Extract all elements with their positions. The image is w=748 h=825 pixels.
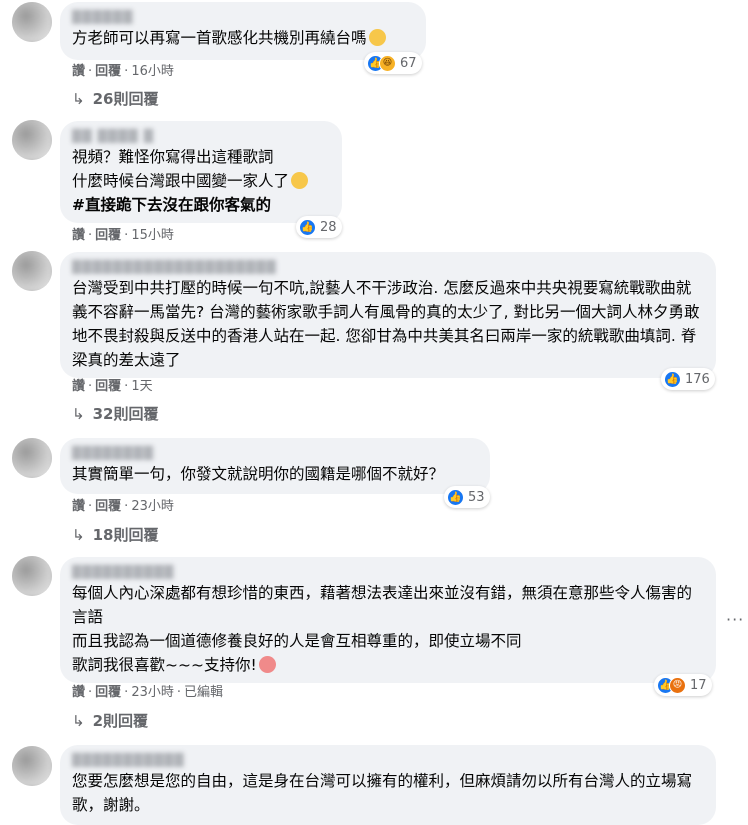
reaction-summary[interactable]: 👍 28 <box>296 216 342 238</box>
view-replies-link[interactable]: ↳ 2則回覆 <box>72 710 148 732</box>
reply-button[interactable]: 回覆 <box>95 64 121 79</box>
comment-text-line: 歌詞我很喜歡~~~支持你! <box>72 656 257 674</box>
replies-count: 18則回覆 <box>92 526 159 544</box>
like-button[interactable]: 讚 <box>72 379 85 394</box>
timestamp[interactable]: 1天 <box>131 379 152 394</box>
commenter-name[interactable]: ████████ <box>72 446 478 460</box>
edited-label[interactable]: 已編輯 <box>184 685 223 700</box>
commenter-name[interactable]: ██ ████ █ <box>72 129 330 143</box>
reaction-summary[interactable]: 👍 53 <box>444 486 490 508</box>
reaction-summary[interactable]: 👍 😡 17 <box>654 674 712 696</box>
view-replies-link[interactable]: ↳ 18則回覆 <box>72 524 158 546</box>
like-icon: 👍 <box>447 488 464 506</box>
comment-bubble: ██████████ 每個人內心深處都有想珍惜的東西，藉著想法表達出來並沒有錯，… <box>60 557 716 683</box>
comment-bubble: ██████ 方老師可以再寫一首歌感化共機別再繞台嗎 <box>60 2 426 60</box>
reply-arrow-icon: ↳ <box>72 90 85 108</box>
comment-actions: 讚 · 回覆 · 16小時 <box>72 64 174 79</box>
replies-count: 2則回覆 <box>92 712 149 730</box>
comment-text-line: 視頻？難怪你寫得出這種歌詞 <box>72 148 274 166</box>
reaction-count: 28 <box>320 219 337 235</box>
reply-arrow-icon: ↳ <box>72 405 85 423</box>
replies-count: 32則回覆 <box>92 405 159 423</box>
reply-button[interactable]: 回覆 <box>95 228 121 243</box>
avatar[interactable] <box>12 438 52 478</box>
comment-bubble: ████████ 其實簡單一句，你發文就說明你的國籍是哪個不就好？ <box>60 438 490 494</box>
reaction-summary[interactable]: 👍 😆 67 <box>364 52 422 74</box>
angry-icon: 😡 <box>669 676 686 694</box>
like-button[interactable]: 讚 <box>72 685 85 700</box>
comment-text: 方老師可以再寫一首歌感化共機別再繞台嗎 <box>72 29 367 47</box>
like-button[interactable]: 讚 <box>72 228 85 243</box>
like-button[interactable]: 讚 <box>72 499 85 514</box>
comment-actions: 讚 · 回覆 · 1天 <box>72 379 153 394</box>
reaction-count: 53 <box>468 489 485 505</box>
comment-bubble: ███████████ 您要怎麼想是您的自由，這是身在台灣可以擁有的權利，但麻煩… <box>60 745 716 825</box>
avatar[interactable] <box>12 120 52 160</box>
comment-bubble: ██ ████ █ 視頻？難怪你寫得出這種歌詞 什麼時候台灣跟中國變一家人了 #直接… <box>60 121 342 223</box>
view-replies-link[interactable]: ↳ 26則回覆 <box>72 88 158 110</box>
comment-text: 台灣受到中共打壓的時候一句不吭,說藝人不干涉政治. 怎麼反過來中共央視要寫統戰歌… <box>72 279 700 369</box>
comment-text: 其實簡單一句，你發文就說明你的國籍是哪個不就好？ <box>72 465 445 483</box>
avatar[interactable] <box>12 746 52 786</box>
like-icon: 👍 <box>664 370 681 388</box>
commenter-name[interactable]: ███████████ <box>72 753 704 767</box>
heart-face-emoji-icon <box>258 656 276 673</box>
reply-button[interactable]: 回覆 <box>95 379 121 394</box>
reaction-count: 67 <box>400 55 417 71</box>
smirk-face-emoji-icon <box>291 172 309 189</box>
reply-arrow-icon: ↳ <box>72 526 85 544</box>
avatar[interactable] <box>12 556 52 596</box>
hashtag-link[interactable]: #直接跪下去沒在跟你客氣的 <box>72 193 330 217</box>
reaction-count: 176 <box>685 371 710 387</box>
comment-text: 您要怎麼想是您的自由，這是身在台灣可以擁有的權利，但麻煩請勿以所有台灣人的立場寫… <box>72 772 693 814</box>
comment-actions: 讚 · 回覆 · 23小時 <box>72 499 174 514</box>
comment-text-line: 而且我認為一個道德修養良好的人是會互相尊重的，即使立場不同 <box>72 632 522 650</box>
comment-text-line: 什麼時候台灣跟中國變一家人了 <box>72 172 290 190</box>
comment-actions: 讚 · 回覆 · 15小時 <box>72 228 174 243</box>
timestamp[interactable]: 23小時 <box>131 685 174 700</box>
view-replies-link[interactable]: ↳ 32則回覆 <box>72 403 158 425</box>
reply-button[interactable]: 回覆 <box>95 685 121 700</box>
commenter-name[interactable]: ██████ <box>72 10 414 24</box>
like-icon: 👍 <box>299 218 316 236</box>
avatar[interactable] <box>12 2 52 42</box>
reply-button[interactable]: 回覆 <box>95 499 121 514</box>
replies-count: 26則回覆 <box>92 90 159 108</box>
more-options-icon[interactable]: ··· <box>726 610 744 629</box>
timestamp[interactable]: 23小時 <box>131 499 174 514</box>
comment-text-line: 每個人內心深處都有想珍惜的東西，藉著想法表達出來並沒有錯，無須在意那些令人傷害的… <box>72 584 693 626</box>
timestamp[interactable]: 16小時 <box>131 64 174 79</box>
commenter-name[interactable]: ██████████ <box>72 565 704 579</box>
like-button[interactable]: 讚 <box>72 64 85 79</box>
reaction-summary[interactable]: 👍 176 <box>661 368 715 390</box>
commenter-name[interactable]: ████████████████████ <box>72 260 704 274</box>
worried-face-emoji-icon <box>368 29 386 46</box>
reply-arrow-icon: ↳ <box>72 712 85 730</box>
reaction-count: 17 <box>690 677 707 693</box>
haha-icon: 😆 <box>379 54 396 72</box>
avatar[interactable] <box>12 251 52 291</box>
timestamp[interactable]: 15小時 <box>131 228 174 243</box>
comment-actions: 讚 · 回覆 · 23小時 · 已編輯 <box>72 685 224 700</box>
comment-bubble: ████████████████████ 台灣受到中共打壓的時候一句不吭,說藝人… <box>60 252 716 378</box>
